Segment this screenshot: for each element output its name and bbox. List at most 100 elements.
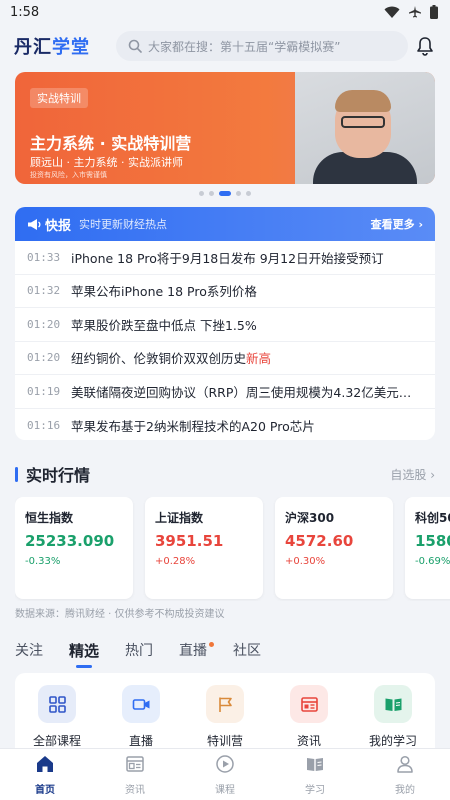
megaphone-icon xyxy=(28,218,41,230)
news-highlight: 新高 xyxy=(246,351,272,367)
promo-banner[interactable]: 实战特训 主力系统 · 实战特训营 顾远山 · 主力系统 · 实战派讲师 投资有… xyxy=(15,72,435,184)
index-card-list[interactable]: 恒生指数 25233.090 -0.33% 上证指数 3951.51 +0.28% 沪深30… xyxy=(15,497,450,601)
banner-title: 主力系统 · 实战特训营 xyxy=(30,134,192,153)
bottom-navigation: 首页 资讯 课程 学习 我的 xyxy=(0,748,450,800)
index-name: 上证指数 xyxy=(155,511,204,525)
market-title: 实时行情 xyxy=(26,466,91,485)
quick-entry-news[interactable]: 资讯 xyxy=(274,685,344,753)
tab-社区[interactable]: 社区 xyxy=(233,636,261,664)
nav-open-book[interactable]: 学习 xyxy=(270,749,360,800)
home-icon xyxy=(35,754,55,778)
nav-label: 课程 xyxy=(215,784,235,796)
pagination-dot xyxy=(236,191,241,196)
market-section-header: 实时行情 自选股 › xyxy=(15,462,435,486)
index-name: 恒生指数 xyxy=(25,511,74,525)
quick-entry-book[interactable]: 我的学习 xyxy=(358,685,428,753)
nav-user[interactable]: 我的 xyxy=(360,749,450,800)
index-value: 1580 xyxy=(415,532,450,550)
quick-entry-label: 特训营 xyxy=(206,734,243,748)
nav-label: 资讯 xyxy=(125,784,145,796)
logo-text-accent: 学堂 xyxy=(52,37,90,58)
logo-text-main: 丹汇 xyxy=(14,37,52,58)
news-list: 01:33 iPhone 18 Pro将于9月18日发布 9月12日开始接受预订 0… xyxy=(15,241,435,440)
status-time: 1:58 xyxy=(10,4,40,20)
news-flash-card: 快报 实时更新财经热点 查看更多 › 01:33 iPhone 18 Pro将于9… xyxy=(15,207,435,440)
tab-关注[interactable]: 关注 xyxy=(15,636,43,664)
index-value: 25233.090 xyxy=(25,532,115,550)
pagination-dot xyxy=(209,191,214,196)
status-bar: 1:58 xyxy=(0,0,450,24)
nav-label: 首页 xyxy=(35,784,55,796)
pagination-dot xyxy=(246,191,251,196)
nav-label: 我的 xyxy=(395,784,415,796)
nav-home[interactable]: 首页 xyxy=(0,749,90,800)
news-item[interactable]: 01:16 苹果发布基于2纳米制程技术的A20 Pro芯片 xyxy=(15,409,435,441)
index-value: 4572.60 xyxy=(285,532,354,550)
search-placeholder: 大家都在搜：第十五届“学霸模拟赛” xyxy=(148,39,341,54)
wifi-icon xyxy=(384,6,400,18)
banner-tag: 实战特训 xyxy=(30,88,88,108)
status-icons xyxy=(384,5,438,19)
index-change: -0.33% xyxy=(25,556,61,567)
index-card[interactable]: 科创50 1580 -0.69% xyxy=(405,497,450,599)
quick-entry-flag[interactable]: 特训营 xyxy=(190,685,260,753)
news-time: 01:19 xyxy=(27,384,61,398)
index-name: 科创50 xyxy=(415,511,450,525)
grid-icon xyxy=(38,685,76,723)
news-flash-subtitle: 实时更新财经热点 xyxy=(79,218,168,231)
battery-icon xyxy=(430,5,438,19)
app-header: 丹汇学堂 大家都在搜：第十五届“学霸模拟赛” xyxy=(0,24,450,68)
quick-entry-label: 全部课程 xyxy=(32,734,81,748)
news-item[interactable]: 01:20 苹果股价跌至盘中低点 下挫1.5% xyxy=(15,308,435,342)
news-time: 01:16 xyxy=(27,418,61,432)
news-time: 01:20 xyxy=(27,317,61,331)
quick-entry-video[interactable]: 直播 xyxy=(106,685,176,753)
banner-risk-note: 投资有风险，入市需谨慎 xyxy=(30,171,107,179)
tab-精选[interactable]: 精选 xyxy=(69,636,99,668)
news-item[interactable]: 01:33 iPhone 18 Pro将于9月18日发布 9月12日开始接受预订 xyxy=(15,241,435,275)
news-text: 苹果发布基于2纳米制程技术的A20 Pro芯片 xyxy=(71,418,315,434)
index-card[interactable]: 沪深300 4572.60 +0.30% xyxy=(275,497,393,599)
news-item[interactable]: 01:20 纽约铜价、伦敦铜价双双创历史新高 xyxy=(15,342,435,375)
news-flash-header: 快报 实时更新财经热点 查看更多 › xyxy=(15,207,435,241)
tab-热门[interactable]: 热门 xyxy=(125,636,153,664)
quick-entry-panel: 全部课程 直播 特训营 资讯 我的学习 xyxy=(15,673,435,753)
index-card[interactable]: 恒生指数 25233.090 -0.33% xyxy=(15,497,133,599)
user-icon xyxy=(395,754,415,778)
nav-play-circle[interactable]: 课程 xyxy=(180,749,270,800)
live-dot xyxy=(209,642,215,647)
app-logo[interactable]: 丹汇学堂 xyxy=(14,33,106,59)
quick-entry-label: 资讯 xyxy=(296,734,321,748)
quick-entry-label: 直播 xyxy=(128,734,153,748)
quick-entry-grid[interactable]: 全部课程 xyxy=(22,685,92,753)
quick-entry-label: 我的学习 xyxy=(368,734,417,748)
banner-subtitle: 顾远山 · 主力系统 · 实战派讲师 xyxy=(30,156,183,169)
section-accent-bar xyxy=(15,466,18,482)
bell-icon xyxy=(417,37,433,56)
news-flash-title: 快报 xyxy=(45,218,72,234)
news-item[interactable]: 01:32 苹果公布iPhone 18 Pro系列价格 xyxy=(15,275,435,308)
tab-直播[interactable]: 直播 xyxy=(179,636,215,664)
index-change: +0.28% xyxy=(155,556,196,567)
content-tabs: 关注 精选 热门 直播 社区 xyxy=(15,634,435,668)
news-time: 01:33 xyxy=(27,250,61,264)
news-more-link[interactable]: 查看更多 › xyxy=(371,216,423,232)
news-icon xyxy=(290,685,328,723)
news-text: 纽约铜价、伦敦铜价双双创历史新高 xyxy=(71,351,272,367)
pagination-dot xyxy=(219,191,231,196)
banner-pagination xyxy=(0,191,450,196)
nav-label: 学习 xyxy=(305,784,325,796)
search-bar[interactable]: 大家都在搜：第十五届“学霸模拟赛” xyxy=(116,31,408,61)
watchlist-link[interactable]: 自选股 › xyxy=(390,466,435,483)
nav-newspaper[interactable]: 资讯 xyxy=(90,749,180,800)
index-card[interactable]: 上证指数 3951.51 +0.28% xyxy=(145,497,263,599)
news-time: 01:32 xyxy=(27,284,61,298)
book-icon xyxy=(374,685,412,723)
news-item[interactable]: 01:19 美联储隔夜逆回购协议（RRP）周三使用规模为4.32亿美元（… xyxy=(15,375,435,409)
flag-icon xyxy=(206,685,244,723)
lecturer-photo xyxy=(295,72,435,184)
pagination-dot xyxy=(199,191,204,196)
notification-button[interactable] xyxy=(414,35,436,57)
airplane-icon xyxy=(409,6,421,18)
index-change: -0.69% xyxy=(415,556,450,567)
